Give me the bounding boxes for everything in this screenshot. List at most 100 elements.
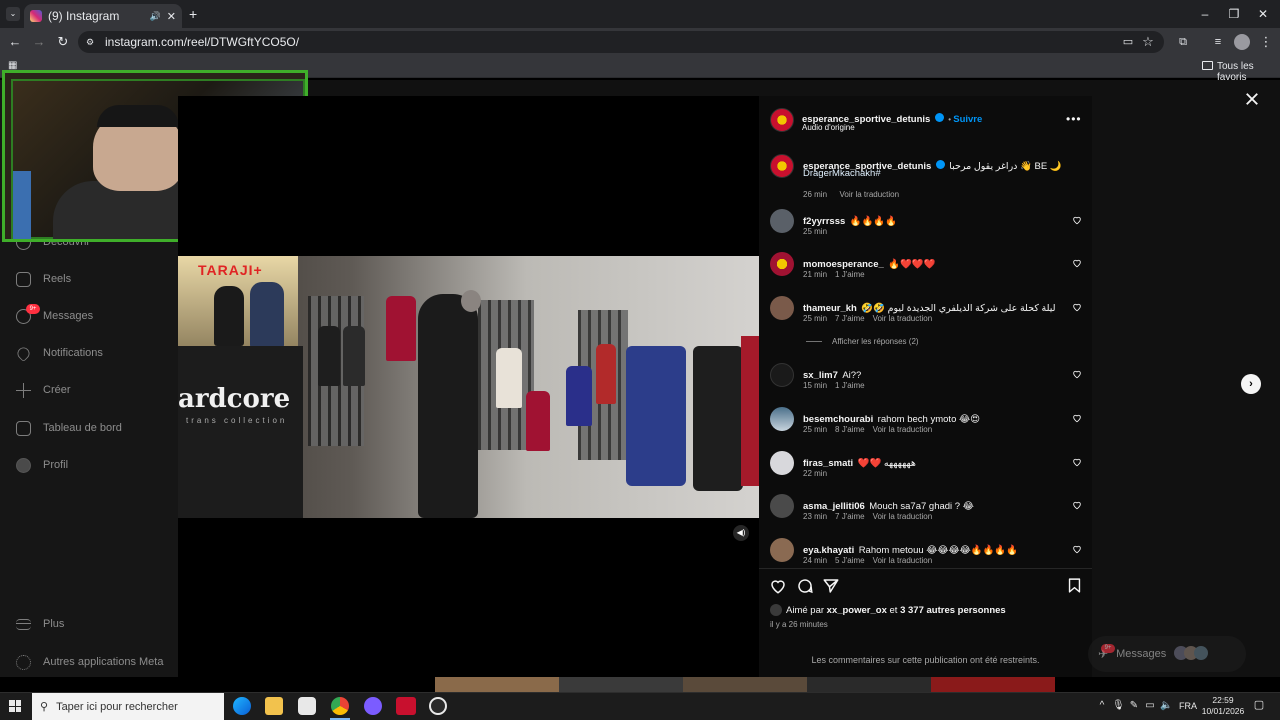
comment-username[interactable]: sx_lim7 — [803, 370, 838, 381]
caption-hashtag[interactable]: DragerMkachakh# — [803, 168, 881, 179]
translate-link[interactable]: Voir la traduction — [839, 190, 899, 199]
comment-username[interactable]: thameur_kh — [803, 303, 857, 314]
video-frame[interactable]: TARAJI+ ardcore trans collection — [178, 256, 759, 518]
restore-button[interactable]: ❐ — [1226, 6, 1242, 22]
liked-by-user[interactable]: xx_power_ox — [827, 605, 887, 616]
heart-icon[interactable] — [1072, 215, 1082, 225]
obs-icon[interactable] — [429, 697, 447, 715]
liked-by[interactable]: Aimé par xx_power_ox et 3 377 autres per… — [786, 605, 1006, 616]
notifications-icon[interactable]: ▢ — [1253, 699, 1265, 711]
thumbnail[interactable] — [435, 677, 559, 692]
sidebar-item-notifications[interactable]: Notifications — [15, 343, 103, 363]
caption-avatar[interactable] — [770, 154, 794, 178]
site-info-icon[interactable]: ⚙ — [86, 36, 98, 48]
taskbar-search[interactable]: ⚲ Taper ici pour rechercher — [32, 693, 224, 720]
liked-by-others[interactable]: 3 377 autres personnes — [900, 605, 1006, 616]
translate-link[interactable]: Voir la traduction — [873, 425, 933, 434]
comment-username[interactable]: asma_jelliti06 — [803, 501, 865, 512]
microphone-icon[interactable]: 🎙 — [1112, 700, 1125, 712]
author-avatar[interactable] — [770, 108, 794, 132]
thumbnail[interactable] — [683, 677, 807, 692]
liker-avatar[interactable] — [770, 604, 782, 616]
share-icon[interactable] — [822, 577, 840, 595]
translate-link[interactable]: Voir la traduction — [873, 314, 933, 323]
comment-likes[interactable]: 7 J'aime — [835, 314, 865, 323]
heart-icon[interactable] — [1072, 302, 1082, 312]
minimize-button[interactable]: – — [1197, 6, 1213, 22]
thumbnail[interactable] — [807, 677, 931, 692]
sidebar-item-meta-apps[interactable]: Autres applications Meta — [16, 652, 163, 672]
tab-search-button[interactable]: ⌄ — [6, 7, 20, 21]
avatar[interactable] — [770, 296, 794, 320]
close-icon[interactable] — [1243, 90, 1261, 108]
forward-icon[interactable]: → — [31, 34, 47, 50]
show-hidden-icons[interactable]: ^ — [1096, 700, 1108, 712]
comment-likes[interactable]: 5 J'aime — [835, 556, 865, 565]
media-controls-icon[interactable]: ≡ — [1210, 34, 1226, 50]
volume-icon[interactable]: ◀) — [733, 525, 749, 541]
comment-likes[interactable]: 1 J'aime — [835, 381, 865, 390]
thumbnail[interactable] — [931, 677, 1055, 692]
profile-avatar[interactable] — [1234, 34, 1250, 50]
chrome-icon[interactable] — [331, 697, 349, 715]
comment-likes[interactable]: 7 J'aime — [835, 512, 865, 521]
comment-username[interactable]: firas_smati — [803, 458, 853, 469]
comment-icon[interactable] — [796, 577, 814, 595]
translate-link[interactable]: Voir la traduction — [873, 556, 933, 565]
windows-start-icon[interactable] — [9, 700, 21, 712]
extensions-icon[interactable]: ⧉ — [1175, 34, 1191, 50]
discord-icon[interactable] — [364, 697, 382, 715]
avatar[interactable] — [770, 252, 794, 276]
reload-icon[interactable]: ↻ — [55, 34, 71, 50]
audio-label[interactable]: Audio d'origine — [802, 123, 855, 132]
avatar[interactable] — [770, 451, 794, 475]
speaker-icon[interactable]: 🔊 — [150, 11, 161, 22]
heart-icon[interactable] — [1072, 413, 1082, 423]
back-icon[interactable]: ← — [7, 34, 23, 50]
comment-likes[interactable]: 1 J'aime — [835, 270, 865, 279]
heart-icon[interactable] — [1072, 457, 1082, 467]
more-options-icon[interactable]: ••• — [1066, 112, 1082, 126]
file-explorer-icon[interactable] — [265, 697, 283, 715]
avatar[interactable] — [770, 494, 794, 518]
sidebar-item-reels[interactable]: Reels — [16, 269, 71, 289]
heart-icon[interactable] — [1072, 544, 1082, 554]
like-heart-icon[interactable] — [769, 577, 787, 595]
show-replies-link[interactable]: Afficher les réponses (2) — [832, 337, 919, 346]
sidebar-item-dashboard[interactable]: Tableau de bord — [16, 418, 122, 438]
bookmark-star-icon[interactable]: ☆ — [1140, 34, 1156, 50]
close-window-button[interactable]: ✕ — [1255, 6, 1271, 22]
language-indicator[interactable]: FRA — [1179, 701, 1197, 711]
pen-icon[interactable]: ✎ — [1128, 700, 1140, 712]
tab-instagram[interactable]: (9) Instagram 🔊 ✕ — [24, 4, 182, 28]
comment-username[interactable]: momoesperance_ — [803, 259, 884, 270]
speaker-icon[interactable]: 🔈 — [1160, 700, 1172, 712]
comment-likes[interactable]: 8 J'aime — [835, 425, 865, 434]
messages-pill[interactable]: ✈ Messages — [1088, 636, 1246, 672]
sidebar-item-more[interactable]: Plus — [16, 614, 64, 634]
streaming-app-icon[interactable] — [396, 697, 416, 715]
avatar[interactable] — [770, 363, 794, 387]
sidebar-item-create[interactable]: Créer — [16, 380, 71, 400]
new-tab-button[interactable]: + — [189, 6, 197, 22]
follow-button[interactable]: Suivre — [953, 114, 982, 125]
comment-username[interactable]: besemchourabi — [803, 414, 873, 425]
translate-link[interactable]: Voir la traduction — [873, 512, 933, 521]
heart-icon[interactable] — [1072, 500, 1082, 510]
avatar[interactable] — [770, 538, 794, 562]
network-icon[interactable]: ▭ — [1144, 700, 1156, 712]
comment-username[interactable]: eya.khayati — [803, 545, 854, 556]
heart-icon[interactable] — [1072, 369, 1082, 379]
chevron-right-icon[interactable]: › — [1241, 374, 1261, 394]
clock[interactable]: 22:59 10/01/2026 — [1200, 695, 1246, 717]
thumbnail[interactable] — [559, 677, 683, 692]
edge-icon[interactable] — [233, 697, 251, 715]
cast-icon[interactable]: ▭ — [1120, 34, 1136, 50]
url-text[interactable]: instagram.com/reel/DTWGftYCO5O/ — [105, 35, 299, 49]
sidebar-item-profile[interactable]: Profil — [16, 455, 68, 475]
comment-username[interactable]: f2yyrrsss — [803, 216, 845, 227]
menu-kebab-icon[interactable]: ⋮ — [1258, 34, 1274, 50]
store-icon[interactable] — [298, 697, 316, 715]
tab-close-icon[interactable]: ✕ — [167, 10, 176, 23]
heart-icon[interactable] — [1072, 258, 1082, 268]
